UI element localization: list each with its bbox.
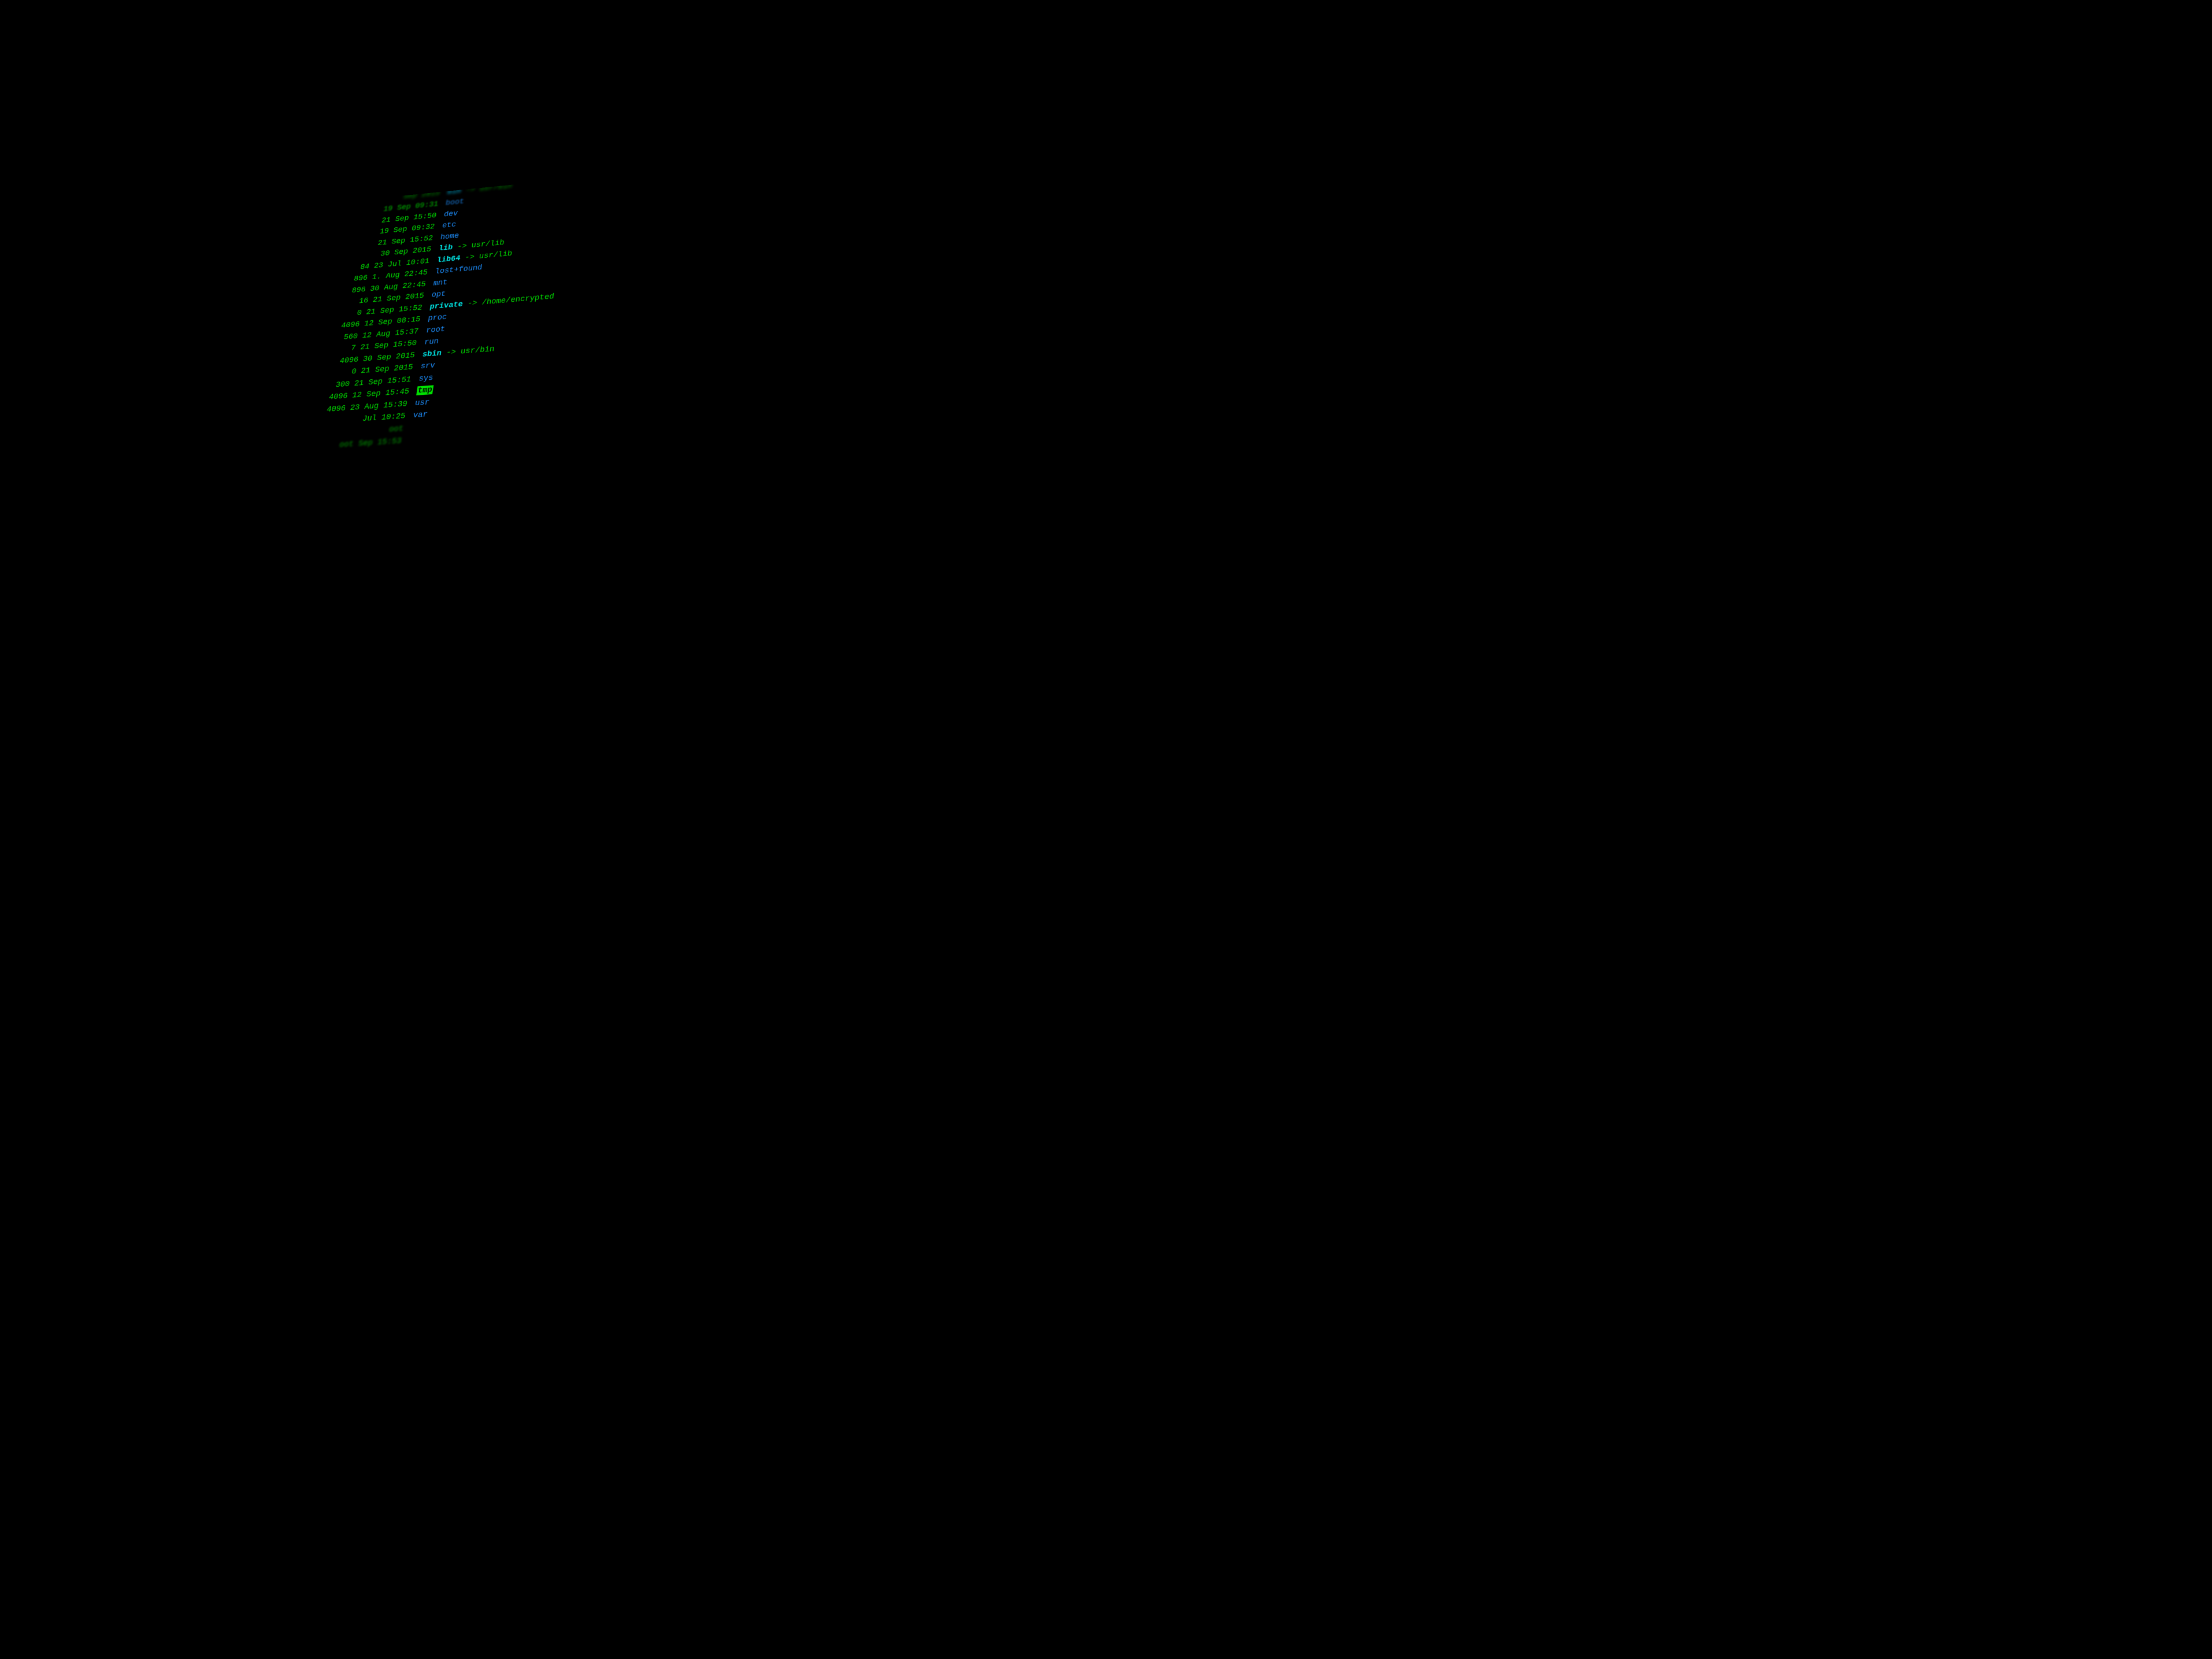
terminal-token: -> [452,242,472,252]
right-col: mnt [432,277,448,290]
right-col: boot [444,196,465,209]
right-col: run [423,336,439,349]
terminal-token: etc [442,220,457,230]
terminal-token: -> [461,184,480,194]
terminal-window: Sep 15:53.. Sep 2015bin -> usr/bin19 Sep… [0,18,2212,1659]
terminal-token: private [429,299,463,311]
terminal-token: usr [414,398,430,408]
terminal-token: boot [445,197,465,207]
terminal-token: -> [441,347,461,357]
terminal-token: usr/lib [479,249,513,261]
terminal-token: var [413,410,428,420]
right-col: sys [418,372,434,385]
terminal-token: lost+found [435,263,483,276]
terminal-token: -> [460,252,480,262]
terminal-token: sbin [422,349,442,359]
terminal-token: .. [449,176,459,185]
right-col: srv [420,360,436,373]
terminal-token: -> [462,298,483,309]
terminal-token: usr/bin [479,182,513,193]
terminal-token: tmp [416,386,433,396]
terminal-token: home [440,231,460,242]
right-col: usr [414,397,430,410]
terminal-token: dev [443,209,458,219]
terminal-token: lib [438,243,453,253]
right-col: tmp [416,384,434,397]
terminal-token: mnt [433,278,449,288]
terminal-token: run [424,337,439,347]
terminal-token: srv [420,361,436,371]
right-col: etc [441,219,457,232]
terminal-token: opt [431,290,447,299]
terminal-token: proc [427,313,447,323]
right-col: opt [431,288,446,301]
right-col: .. [448,175,459,187]
right-col: root [425,323,446,336]
terminal-token: bin [447,187,462,197]
terminal-content: Sep 15:53.. Sep 2015bin -> usr/bin19 Sep… [0,18,2212,1659]
terminal-token: sys [418,373,433,383]
terminal-token: usr/lib [470,238,505,250]
terminal-token: usr/bin [460,345,495,356]
terminal-token: lib64 [436,254,461,264]
terminal-token: root [425,325,446,335]
right-col: var [412,409,428,422]
